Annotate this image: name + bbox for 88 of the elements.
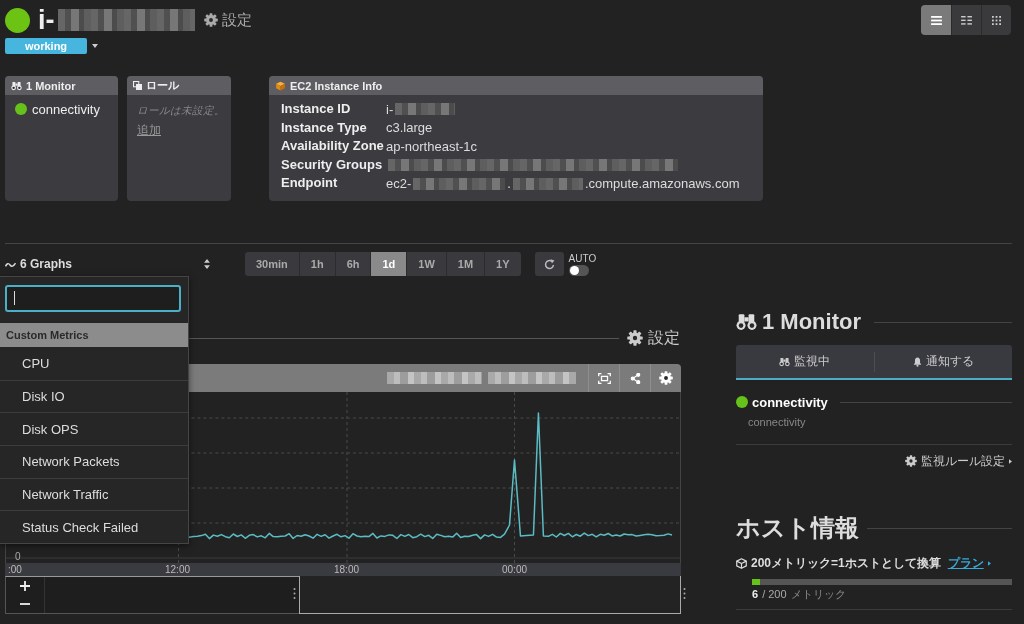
panel-title: ロール <box>146 78 179 93</box>
refresh-button[interactable] <box>534 252 564 276</box>
drag-handle-icon[interactable] <box>293 588 296 599</box>
caret-right-icon <box>987 560 991 566</box>
section-title: ホスト情報 <box>736 513 859 543</box>
field-value: .compute.amazonaws.com <box>584 176 740 192</box>
monitor-name[interactable]: connectivity <box>32 101 100 117</box>
host-name: i- <box>38 5 55 35</box>
binoculars-icon <box>779 356 791 367</box>
field-label: Endpoint <box>281 174 339 193</box>
drag-handle-icon[interactable] <box>683 588 686 599</box>
menu-item[interactable]: Network Packets <box>0 444 188 478</box>
plus-icon <box>20 581 30 591</box>
usage-unit: メトリック <box>790 587 846 601</box>
field-value: . <box>507 176 511 192</box>
field-value: i- <box>386 101 394 117</box>
status-dot-icon <box>5 7 30 33</box>
zoom-in-button[interactable] <box>18 580 32 592</box>
minus-icon <box>20 603 30 605</box>
menu-item[interactable]: Status Check Failed <box>0 510 188 543</box>
menu-item[interactable]: Network Traffic <box>0 477 188 511</box>
time-range-button[interactable]: 6h <box>334 252 371 276</box>
up-down-arrows-icon <box>204 259 210 269</box>
panel-title: 1 Monitor <box>26 79 76 92</box>
menu-group-header: Custom Metrics <box>0 322 188 347</box>
view-mode-button[interactable] <box>921 5 951 35</box>
axis-label: 0 <box>15 551 21 563</box>
axis-label: :00 <box>8 563 22 576</box>
wave-icon <box>5 260 16 268</box>
graph-selector[interactable]: 6 Graphs <box>5 257 210 271</box>
field-label: Security Groups <box>281 155 384 174</box>
plan-link[interactable]: プラン <box>947 554 984 572</box>
caret-down-icon[interactable] <box>92 44 98 48</box>
cube-icon <box>736 557 747 569</box>
time-range-button[interactable]: 1M <box>445 252 485 276</box>
time-range-button[interactable]: 30min <box>245 252 299 276</box>
settings-button[interactable]: 設定 <box>627 327 680 349</box>
cube-icon <box>275 80 286 91</box>
list-icon <box>930 15 942 25</box>
axis-label: 12:00 <box>165 563 191 576</box>
frame-icon <box>597 372 611 384</box>
field-label: Instance Type <box>281 118 368 137</box>
view-mode-button[interactable] <box>981 5 1011 35</box>
axis-label: 18:00 <box>334 563 360 576</box>
binoculars-icon <box>736 313 757 331</box>
field-value: c3.large <box>386 120 433 136</box>
search-field[interactable] <box>5 285 181 312</box>
add-link[interactable]: 追加 <box>137 123 161 137</box>
section-title: 1 Monitor <box>762 309 861 335</box>
gear-icon <box>905 455 917 467</box>
tab[interactable]: 監視中 <box>736 351 874 372</box>
time-range-button[interactable]: 1Y <box>484 252 521 276</box>
settings-button[interactable]: 設定 <box>203 10 252 30</box>
time-range-button[interactable]: 1h <box>298 252 335 276</box>
field-label: Instance ID <box>281 100 352 118</box>
monitor-name[interactable]: connectivity <box>752 394 828 410</box>
usage-count: 6 <box>752 587 759 601</box>
two-column-icon <box>961 15 972 25</box>
tab[interactable]: 通知する <box>873 351 1012 372</box>
auto-refresh-toggle[interactable] <box>568 264 589 276</box>
grid-icon <box>991 15 1002 25</box>
plan-note: 200メトリック=1ホストとして換算 <box>751 554 941 572</box>
field-value: ap-northeast-1c <box>386 139 478 154</box>
menu-item[interactable]: CPU <box>0 346 188 380</box>
share-icon <box>628 372 642 384</box>
usage-total: / 200 <box>762 587 787 601</box>
text-cursor-icon <box>14 291 15 306</box>
monitor-rules-link[interactable]: 監視ルール設定 <box>905 453 1012 469</box>
menu-item[interactable]: Disk IO <box>0 379 188 413</box>
copy-icon <box>133 81 142 90</box>
bell-icon <box>912 356 922 367</box>
field-label: Availability Zone <box>281 137 385 156</box>
gear-icon <box>203 13 218 27</box>
menu-item[interactable]: Disk OPS <box>0 412 188 445</box>
auto-label: AUTO <box>568 252 597 264</box>
caret-right-icon <box>1009 458 1012 464</box>
monitor-description: connectivity <box>748 415 806 429</box>
view-mode-button[interactable] <box>951 5 981 35</box>
panel-title: EC2 Instance Info <box>290 79 383 92</box>
redacted-text <box>395 103 456 116</box>
field-value: ec2- <box>386 176 412 192</box>
gear-icon <box>627 330 643 346</box>
gear-icon <box>659 371 673 385</box>
binoculars-icon <box>11 80 22 91</box>
time-range-button[interactable]: 1W <box>406 252 446 276</box>
redacted-text <box>512 177 583 190</box>
refresh-icon <box>543 258 555 270</box>
axis-label: 00:00 <box>502 563 528 576</box>
